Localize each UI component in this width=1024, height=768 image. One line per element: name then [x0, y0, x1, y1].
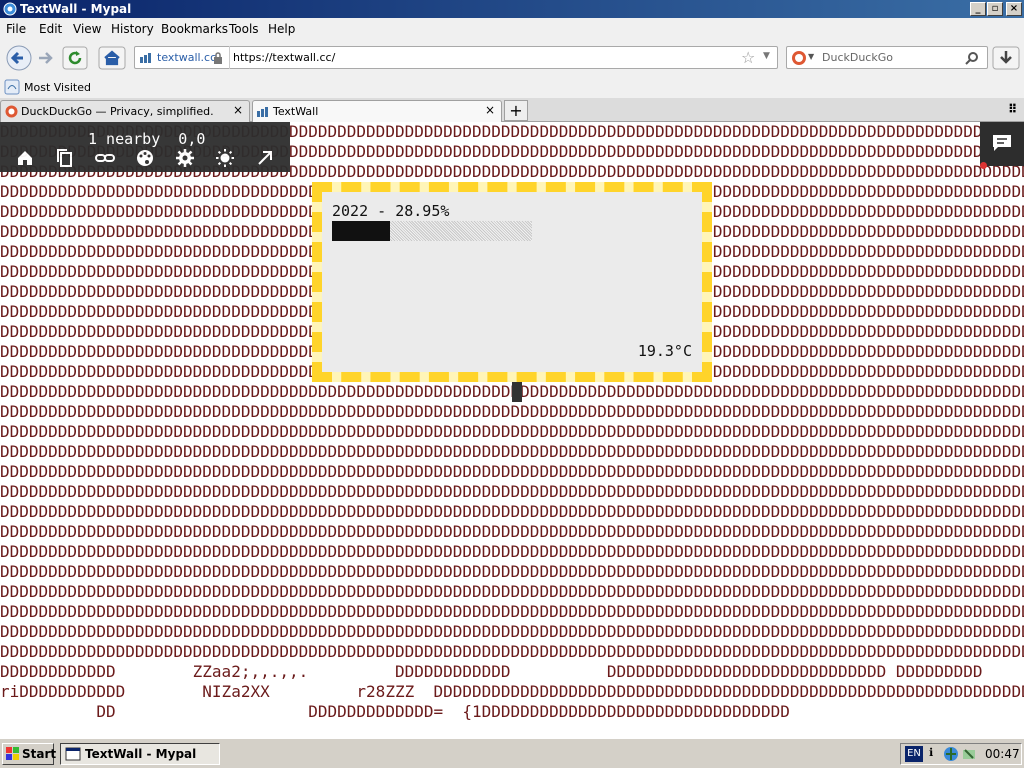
text-wall-row[interactable]: DDDDDDDDDDDDDDDDDDDDDDDDDDDDDDDDDDDDDDDD… [0, 622, 1024, 642]
text-wall-row[interactable]: DDDDDDDDDDDDDDDDDDDDDDDDDDDDDDDDDDDDDDDD… [0, 502, 1024, 522]
minimize-button[interactable]: _ [970, 2, 986, 16]
duckduckgo-favicon-icon [5, 105, 18, 118]
tab-strip: DuckDuckGo — Privacy, simplified. × Text… [0, 98, 1024, 123]
start-button[interactable]: Start [2, 743, 57, 765]
window-title: TextWall - Mypal [20, 2, 132, 16]
menu-tools[interactable]: Tools [229, 22, 259, 36]
tab-label: DuckDuckGo — Privacy, simplified. [21, 105, 214, 118]
text-wall-row[interactable]: DDDDDDDDDDDDDDDDDDDDDDDDDDDDDDDDDDDDDDDD… [0, 602, 1024, 622]
nearby-coordinates-text: 1 nearby 0,0 [88, 130, 206, 148]
url-bar[interactable]: textwall.cc https://textwall.cc/ ☆ ▼ [134, 46, 778, 69]
duckduckgo-icon[interactable] [791, 50, 807, 66]
site-identity-label[interactable]: textwall.cc [157, 51, 216, 64]
windows-logo-icon [6, 747, 19, 760]
volume-icon[interactable] [961, 746, 977, 762]
temperature-text: 19.3°C [637, 342, 692, 360]
system-tray: EN ℹ 00:47 [900, 743, 1022, 765]
menu-view[interactable]: View [73, 22, 101, 36]
close-window-button[interactable]: × [1006, 2, 1022, 16]
back-button[interactable] [5, 44, 33, 72]
textwall-favicon-icon [257, 107, 268, 117]
palette-icon[interactable] [135, 148, 155, 168]
mypal-app-icon [3, 2, 17, 16]
clock: 00:47 [985, 747, 1020, 761]
year-progress-fill [332, 221, 390, 241]
bookmarks-toolbar: Most Visited [0, 76, 1024, 98]
brightness-icon[interactable] [215, 148, 235, 168]
tab-close-icon[interactable]: × [233, 103, 243, 117]
start-label: Start [22, 747, 57, 761]
search-placeholder: DuckDuckGo [822, 51, 893, 64]
home-button[interactable] [98, 46, 126, 70]
taskbar-item-textwall[interactable]: TextWall - Mypal [60, 743, 220, 765]
network-icon[interactable] [943, 746, 959, 762]
folder-icon [4, 79, 20, 95]
site-favicon-icon [140, 53, 151, 63]
search-icon[interactable] [965, 51, 979, 65]
url-dropdown-icon[interactable]: ▼ [763, 51, 770, 61]
copy-icon[interactable] [55, 148, 75, 168]
menu-history[interactable]: History [111, 22, 154, 36]
text-wall-row[interactable]: DDDDDDDDDDDDDDDDDDDDDDDDDDDDDDDDDDDDDDDD… [0, 642, 1024, 662]
text-wall-row[interactable]: DDDDDDDDDDDDDDDDDDDDDDDDDDDDDDDDDDDDDDDD… [0, 562, 1024, 582]
text-wall-row[interactable]: DDDDDDDDDDDDDDDDDDDDDDDDDDDDDDDDDDDDDDDD… [0, 482, 1024, 502]
title-bar: TextWall - Mypal _ ▫ × [0, 0, 1024, 18]
year-progress-popup: 2022 - 28.95% 19.3°C [312, 182, 712, 382]
text-wall-row[interactable]: DDDDDDDDDDDDDDDDDDDDDDDDDDDDDDDDDDDDDDDD… [0, 402, 1024, 422]
maximize-button[interactable]: ▫ [987, 2, 1003, 16]
taskbar: Start TextWall - Mypal EN ℹ 00:47 [0, 738, 1024, 768]
new-tab-button[interactable]: + [504, 100, 528, 121]
settings-icon[interactable] [175, 148, 195, 168]
textwall-toolbar: 1 nearby 0,0 [0, 122, 290, 172]
tab-duckduckgo[interactable]: DuckDuckGo — Privacy, simplified. × [0, 100, 250, 122]
text-wall-row[interactable]: DDDDDDDDDDDDDDDDDDDDDDDDDDDDDDDDDDDDDDDD… [0, 442, 1024, 462]
downloads-button[interactable] [992, 46, 1020, 70]
menu-bookmarks[interactable]: Bookmarks [161, 22, 228, 36]
tab-close-icon[interactable]: × [485, 103, 495, 117]
text-wall-row[interactable]: DD DDDDDDDDDDDDD= {1DDDDDDDDDDDDDDDDDDDD… [0, 702, 1024, 722]
reload-button[interactable] [62, 46, 88, 70]
menu-edit[interactable]: Edit [39, 22, 62, 36]
text-wall-row[interactable]: DDDDDDDDDDDDDDDDDDDDDDDDDDDDDDDDDDDDDDDD… [0, 542, 1024, 562]
language-indicator[interactable]: EN [905, 746, 923, 762]
taskbar-item-label: TextWall - Mypal [85, 747, 197, 761]
lock-icon[interactable] [213, 52, 223, 64]
notification-dot [980, 162, 987, 169]
text-wall-row[interactable]: DDDDDDDDDDDDDDDDDDDDDDDDDDDDDDDDDDDDDDDD… [0, 462, 1024, 482]
text-wall-row[interactable]: DDDDDDDDDDDDDDDDDDDDDDDDDDDDDDDDDDDDDDDD… [0, 522, 1024, 542]
year-progress-text: 2022 - 28.95% [332, 202, 450, 220]
link-icon[interactable] [95, 148, 115, 168]
tab-list-icon[interactable]: ⠿ [1008, 102, 1017, 116]
most-visited-label[interactable]: Most Visited [24, 81, 91, 94]
window-icon [65, 747, 81, 761]
menu-bar: File Edit View History Bookmarks Tools H… [0, 18, 1024, 40]
url-text[interactable]: https://textwall.cc/ [233, 51, 335, 64]
text-wall-row[interactable]: DDDDDDDDDDDDDDDDDDDDDDDDDDDDDDDDDDDDDDDD… [0, 422, 1024, 442]
text-wall-row[interactable]: riDDDDDDDDDDD NIZa2XX r28ZZZ DDDDDDDDDDD… [0, 682, 1024, 702]
chat-icon [993, 135, 1011, 151]
expand-icon[interactable] [255, 148, 275, 168]
menu-file[interactable]: File [6, 22, 26, 36]
text-cursor [512, 382, 522, 402]
tab-label: TextWall [273, 105, 319, 118]
tray-info-icon[interactable]: ℹ [929, 746, 933, 759]
textwall-canvas[interactable]: DDDDDDDDDDDDDDDDDDDDDDDDDDDDDDDDDDDDDDDD… [0, 122, 1024, 738]
tab-textwall[interactable]: TextWall × [252, 100, 502, 123]
home-icon[interactable] [15, 148, 35, 168]
search-engine-dropdown-icon[interactable]: ▼ [808, 52, 814, 61]
search-bar[interactable]: ▼ DuckDuckGo [786, 46, 988, 69]
bookmark-star-icon[interactable]: ☆ [741, 48, 755, 67]
text-wall-row[interactable]: DDDDDDDDDDDD ZZaa2;,,.,,. DDDDDDDDDDDD D… [0, 662, 1024, 682]
text-wall-row[interactable]: DDDDDDDDDDDDDDDDDDDDDDDDDDDDDDDDDDDDDDDD… [0, 582, 1024, 602]
chat-button[interactable] [980, 122, 1024, 169]
forward-button[interactable] [33, 47, 59, 69]
menu-help[interactable]: Help [268, 22, 295, 36]
